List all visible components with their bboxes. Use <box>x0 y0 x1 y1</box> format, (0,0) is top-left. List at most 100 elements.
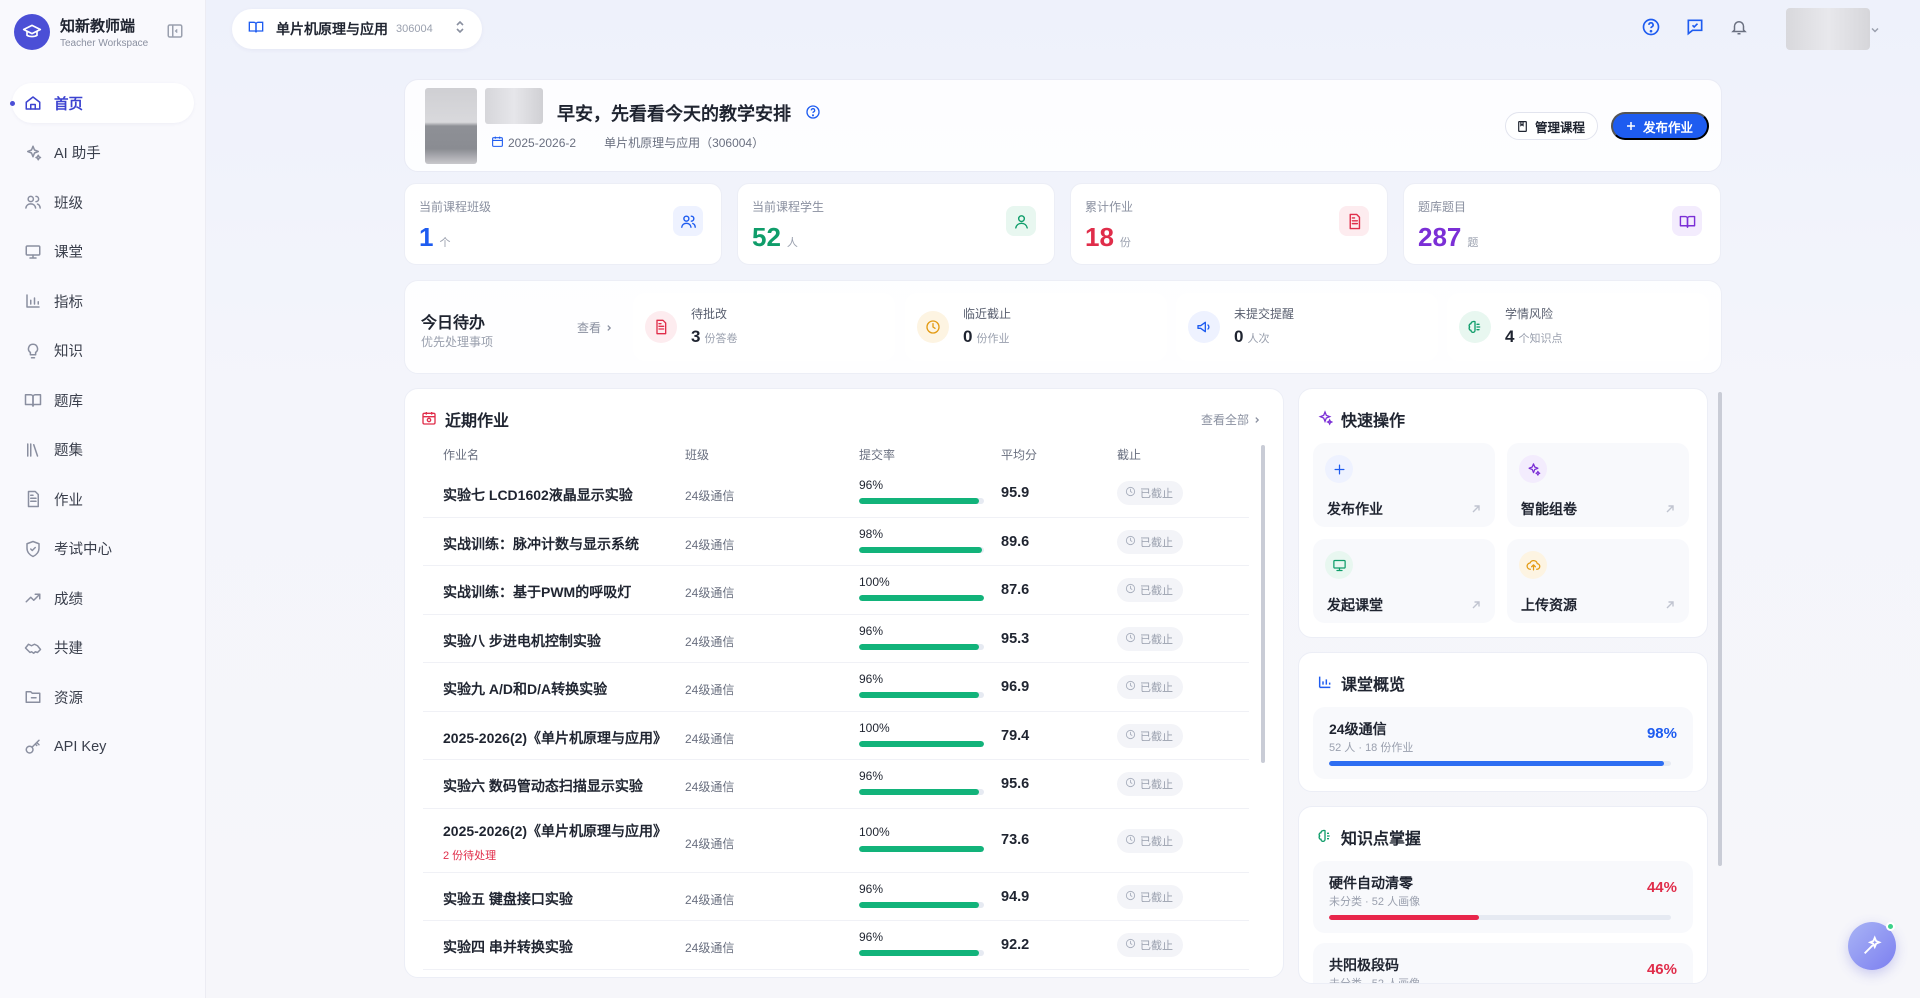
todo-item[interactable]: 学情风险 4 个知识点 <box>1447 293 1709 361</box>
stat-label: 题库题目 <box>1418 200 1467 214</box>
knowledge-point-card[interactable]: 共阳极段码 未分类 · 52 人画像 46% <box>1313 943 1693 983</box>
publish-assignment-button[interactable]: 发布作业 <box>1611 112 1710 140</box>
knowledge-point-card[interactable]: 硬件自动清零 未分类 · 52 人画像 44% <box>1313 861 1693 933</box>
sidebar-item-sets[interactable]: 题集 <box>12 430 194 470</box>
submission-rate: 100% <box>859 575 890 589</box>
table-row[interactable]: 实验六 数码管动态扫描显示实验 24级通信 96% 95.6 已截止 <box>423 760 1249 809</box>
average-score: 95.6 <box>1001 776 1030 792</box>
right-column-scrollbar[interactable] <box>1718 392 1722 866</box>
todo-item[interactable]: 临近截止 0 份作业 <box>905 293 1167 361</box>
sidebar-collapse-icon[interactable] <box>166 22 184 40</box>
assignment-name[interactable]: 实验九 A/D和D/A转换实验 <box>443 679 673 699</box>
course-selector[interactable]: 单片机原理与应用 306004 <box>232 9 482 49</box>
view-all-link[interactable]: 查看全部 <box>1201 411 1261 428</box>
stat-card[interactable]: 当前课程班级 1 个 <box>404 183 722 265</box>
assignment-name[interactable]: 实验六 数码管动态扫描显示实验 <box>443 776 673 796</box>
sidebar-item-classroom[interactable]: 课堂 <box>12 232 194 272</box>
knowledge-mastery-panel: 知识点掌握 硬件自动清零 未分类 · 52 人画像 44% 共阳极段码 未分类 · 52… <box>1298 806 1708 984</box>
quick-action-label: 发布作业 <box>1327 501 1383 517</box>
submission-rate: 96% <box>859 769 884 783</box>
shield-check-icon <box>24 540 42 558</box>
brand-subtitle: Teacher Workspace <box>60 38 149 49</box>
table-row[interactable]: 实战训练：基于PWM的呼吸灯 24级通信 100% 87.6 已截止 <box>423 566 1249 615</box>
quick-action-button[interactable]: 发布作业 <box>1313 443 1495 527</box>
todo-label: 未提交提醒 <box>1234 307 1295 321</box>
handshake-icon <box>24 639 42 657</box>
table-row[interactable]: 实验八 步进电机控制实验 24级通信 96% 95.3 已截止 <box>423 615 1249 663</box>
sidebar-item-cobuild[interactable]: 共建 <box>12 628 194 668</box>
table-row[interactable]: 实验四 串并转换实验 24级通信 96% 92.2 已截止 <box>423 921 1249 970</box>
quick-action-button[interactable]: 智能组卷 <box>1507 443 1689 527</box>
submission-rate-bar <box>859 643 984 650</box>
sparkle-icon <box>24 144 42 162</box>
sidebar-item-class[interactable]: 班级 <box>12 182 194 222</box>
quick-action-label: 智能组卷 <box>1521 501 1577 517</box>
assignment-name[interactable]: 实战训练：基于PWM的呼吸灯 <box>443 582 673 602</box>
sidebar-item-apikey[interactable]: API Key <box>12 727 194 767</box>
assignment-name[interactable]: 实战训练：脉冲计数与显示系统 <box>443 534 673 554</box>
assignment-class: 24级通信 <box>685 634 735 649</box>
class-overview-card[interactable]: 24级通信 52 人 · 18 份作业 98% <box>1313 707 1693 779</box>
table-row[interactable]: 实验七 LCD1602液晶显示实验 24级通信 96% 95.9 已截止 <box>423 469 1249 518</box>
table-scrollbar[interactable] <box>1261 445 1265 763</box>
sidebar-item-grades[interactable]: 成绩 <box>12 578 194 618</box>
submission-rate: 98% <box>859 526 884 541</box>
course-label: 单片机原理与应用（306004） <box>604 136 765 150</box>
sidebar-item-exam[interactable]: 考试中心 <box>12 529 194 569</box>
todo-item[interactable]: 待批改 3 份答卷 <box>633 293 895 361</box>
assignment-name[interactable]: 实验七 LCD1602液晶显示实验 <box>443 485 673 505</box>
manage-course-button[interactable]: 管理课程 <box>1505 112 1599 140</box>
quick-action-button[interactable]: 发起课堂 <box>1313 539 1495 623</box>
assignment-name[interactable]: 实验四 串并转换实验 <box>443 937 673 957</box>
sidebar-item-bank[interactable]: 题库 <box>12 380 194 420</box>
sidebar-item-metrics[interactable]: 指标 <box>12 281 194 321</box>
submission-rate-bar <box>859 950 984 956</box>
sidebar-item-homework[interactable]: 作业 <box>12 479 194 519</box>
chevron-down-icon[interactable] <box>1870 22 1880 40</box>
manage-course-label: 管理课程 <box>1535 120 1586 135</box>
sparkle-icon <box>1519 455 1547 483</box>
todo-panel: 今日待办 优先处理事项 查看 待批改 3 份答卷 临近截止 0 份作业 未提交提醒 0 人次 学情… <box>404 280 1722 374</box>
sidebar-item-resources[interactable]: 资源 <box>12 677 194 717</box>
bell-icon[interactable] <box>1728 16 1750 38</box>
assignment-name[interactable]: 2025-2026(2)《单片机原理与应用》 <box>443 821 673 841</box>
help-icon[interactable] <box>805 104 821 125</box>
stat-card[interactable]: 累计作业 18 份 <box>1070 183 1388 265</box>
sidebar-item-knowledge[interactable]: 知识 <box>12 331 194 371</box>
clock-icon <box>1125 486 1136 500</box>
todo-unit: 份作业 <box>976 333 1010 345</box>
plus-icon <box>1325 455 1353 483</box>
help-icon[interactable] <box>1640 16 1662 38</box>
stat-card[interactable]: 当前课程学生 52 人 <box>737 183 1055 265</box>
term-label: 2025-2026-2 <box>508 135 577 150</box>
table-row[interactable]: 2025-2026(2)《单片机原理与应用》 24级通信 100% 79.4 已截止 <box>423 712 1249 760</box>
quick-action-button[interactable]: 上传资源 <box>1507 539 1689 623</box>
feedback-icon[interactable] <box>1684 16 1706 38</box>
todo-item[interactable]: 未提交提醒 0 人次 <box>1176 293 1438 361</box>
due-status-label: 已截止 <box>1140 891 1173 904</box>
due-status-badge: 已截止 <box>1117 578 1183 602</box>
todo-label: 学情风险 <box>1505 307 1554 321</box>
clock-icon <box>917 311 949 343</box>
table-row[interactable]: 实验九 A/D和D/A转换实验 24级通信 96% 96.9 已截止 <box>423 663 1249 712</box>
assignment-name[interactable]: 实验八 步进电机控制实验 <box>443 631 673 651</box>
active-indicator <box>10 101 15 106</box>
todo-view-link[interactable]: 查看 <box>577 319 613 336</box>
stat-card[interactable]: 题库题目 287 题 <box>1403 183 1721 265</box>
table-row[interactable]: 2025-2026(2)《单片机原理与应用》 2 份待处理 24级通信 100% 73.… <box>423 809 1249 873</box>
assignment-name[interactable]: 实验五 键盘接口实验 <box>443 889 673 909</box>
sidebar-item-ai[interactable]: AI 助手 <box>12 133 194 173</box>
due-status-badge: 已截止 <box>1117 481 1183 505</box>
user-avatar[interactable] <box>1786 8 1870 50</box>
submission-rate-bar <box>859 546 984 553</box>
submission-rate-bar <box>859 789 984 795</box>
table-row[interactable]: 实验五 键盘接口实验 24级通信 96% 94.9 已截止 <box>423 873 1249 921</box>
greeting-card: 早安，先看看今天的教学安排 2025-2026-2 单片机原理与应用（30600… <box>404 79 1722 172</box>
brand[interactable]: 知新教师端 Teacher Workspace <box>14 14 148 50</box>
assignment-name[interactable]: 2025-2026(2)《单片机原理与应用》 <box>443 728 673 748</box>
average-score: 95.9 <box>1001 485 1030 501</box>
due-status-label: 已截止 <box>1140 488 1173 500</box>
book-icon <box>24 391 42 409</box>
sidebar-item-home[interactable]: 首页 <box>10 83 194 123</box>
table-row[interactable]: 实战训练：脉冲计数与显示系统 24级通信 98% 89.6 已截止 <box>423 518 1249 566</box>
